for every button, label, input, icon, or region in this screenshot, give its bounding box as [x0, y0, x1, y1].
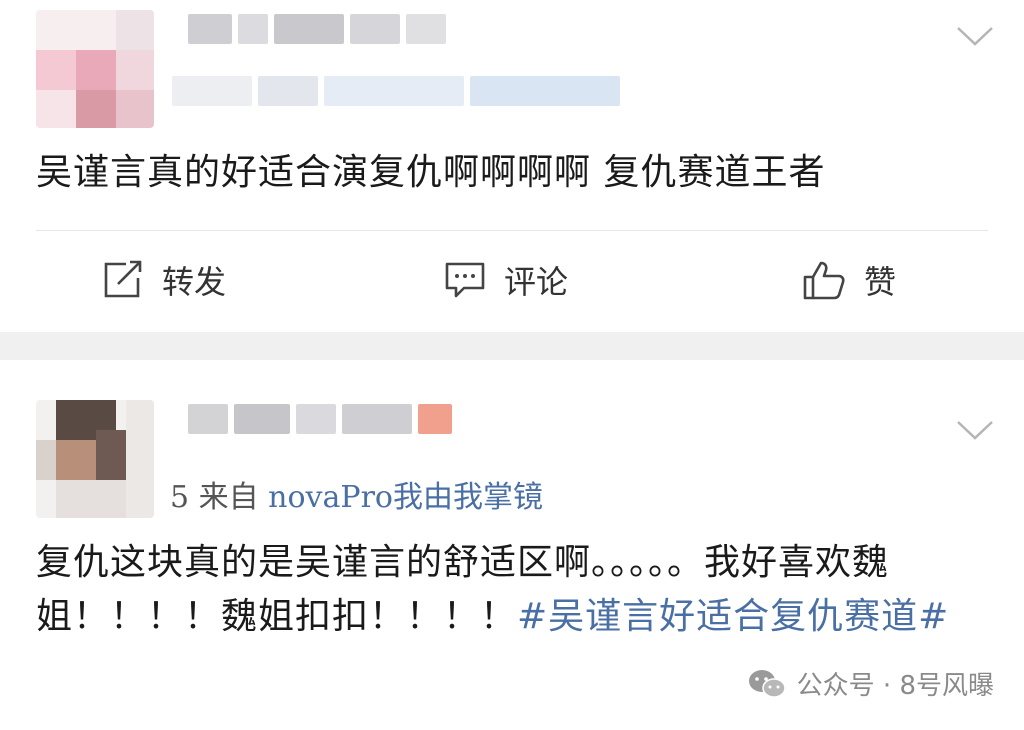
avatar[interactable]: [36, 10, 154, 128]
post-content: 吴谨言真的好适合演复仇啊啊啊啊 复仇赛道王者: [36, 152, 826, 193]
comment-icon: [445, 262, 485, 298]
repost-label: 转发: [162, 263, 227, 301]
chevron-down-icon[interactable]: [956, 418, 994, 442]
source-prefix: 5 来自: [170, 480, 269, 515]
like-button[interactable]: 赞: [802, 258, 896, 302]
post-content: 复仇这块真的是吴谨言的舒适区啊。。。。。我好喜欢魏姐！！！！魏姐扣扣！！！！#吴…: [36, 536, 988, 644]
hashtag-link[interactable]: #吴谨言好适合复仇赛道#: [517, 596, 949, 637]
repost-button[interactable]: 转发: [102, 258, 226, 302]
post-meta-blurred: [172, 76, 626, 106]
wechat-icon: [748, 669, 786, 698]
repost-icon: [104, 260, 142, 298]
weibo-post-2: 5 来自 novaPro我由我掌镜 复仇这块真的是吴谨言的舒适区啊。。。。。我好…: [0, 360, 1024, 730]
comment-button[interactable]: 评论: [444, 258, 568, 302]
post-separator: [0, 332, 1024, 360]
thumbs-up-icon: [803, 261, 845, 300]
like-label: 赞: [864, 263, 897, 301]
divider: [36, 230, 988, 231]
watermark: 公众号 · 8号风曝: [747, 665, 994, 702]
chevron-down-icon[interactable]: [956, 24, 994, 48]
comment-label: 评论: [504, 263, 569, 301]
username-blurred[interactable]: [188, 404, 458, 434]
avatar[interactable]: [36, 400, 154, 518]
weibo-post-1: 吴谨言真的好适合演复仇啊啊啊啊 复仇赛道王者 转发 评论 赞: [0, 0, 1024, 332]
username-blurred[interactable]: [188, 14, 452, 44]
post-source: 5 来自 novaPro我由我掌镜: [170, 472, 543, 516]
watermark-text: 公众号 · 8号风曝: [796, 671, 994, 701]
source-device[interactable]: novaPro我由我掌镜: [268, 480, 543, 515]
